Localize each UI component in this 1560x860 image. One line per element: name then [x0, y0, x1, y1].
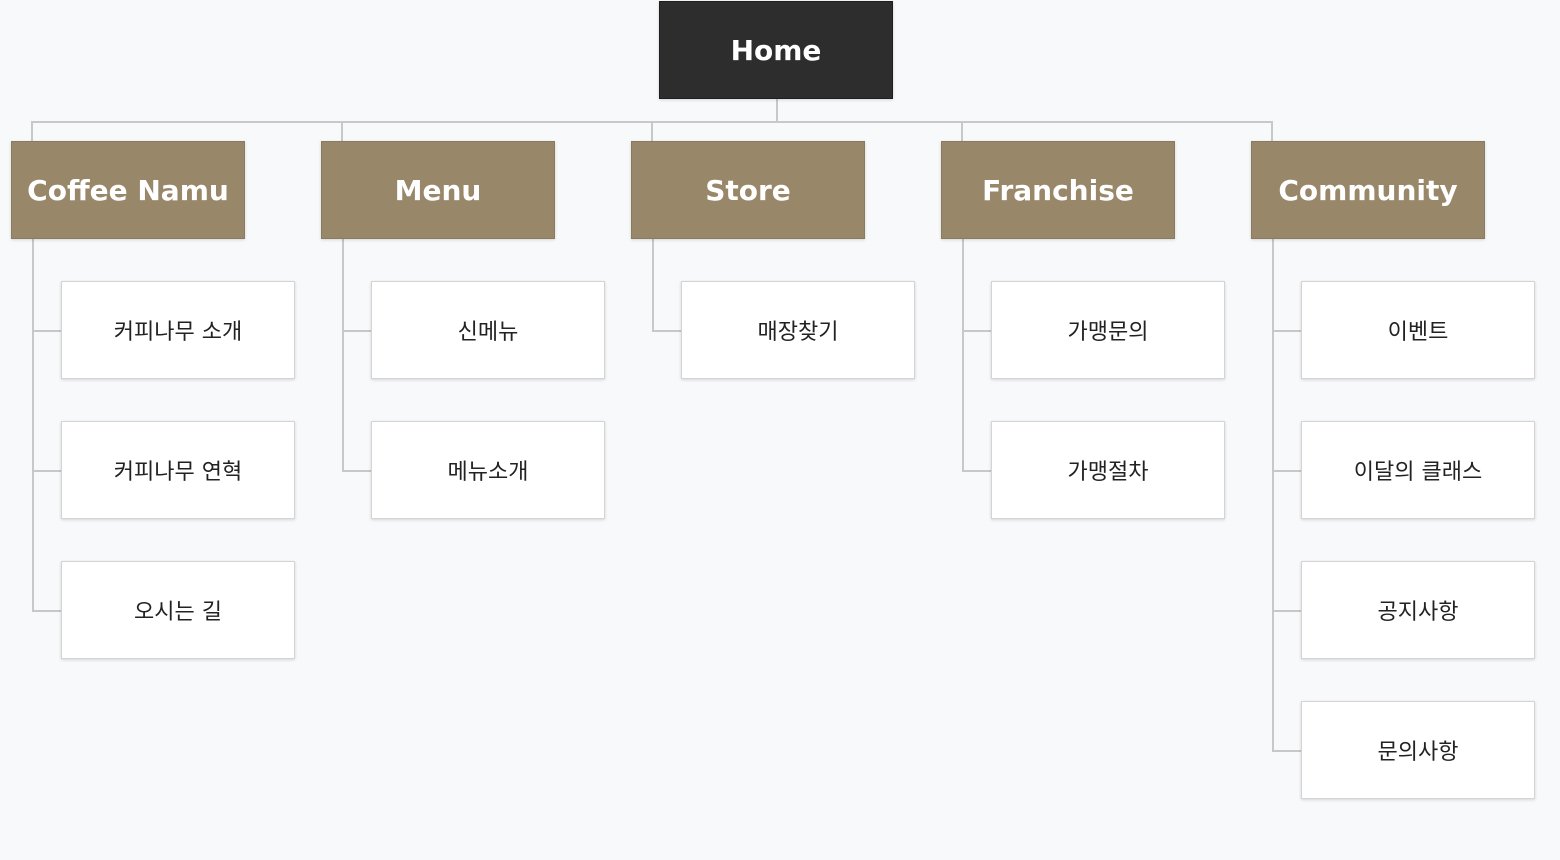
- connector-spine-franchise: [962, 239, 964, 471]
- node-page-coffee-namu-1[interactable]: 커피나무 연혁: [61, 421, 295, 519]
- node-page-franchise-0[interactable]: 가맹문의: [991, 281, 1225, 379]
- connector-branch-community-1: [1272, 470, 1301, 472]
- connector-drop-coffee-namu: [31, 121, 33, 141]
- connector-branch-community-2: [1272, 610, 1301, 612]
- connector-spine-community: [1272, 239, 1274, 751]
- connector-branch-franchise-0: [962, 330, 991, 332]
- node-section-menu[interactable]: Menu: [321, 141, 555, 239]
- node-page-menu-1[interactable]: 메뉴소개: [371, 421, 605, 519]
- connector-section-bus: [31, 121, 1273, 123]
- connector-branch-coffee-namu-2: [32, 610, 61, 612]
- connector-spine-menu: [342, 239, 344, 471]
- connector-branch-menu-0: [342, 330, 371, 332]
- node-page-coffee-namu-0[interactable]: 커피나무 소개: [61, 281, 295, 379]
- connector-root-drop: [776, 99, 778, 122]
- connector-branch-coffee-namu-0: [32, 330, 61, 332]
- node-page-community-1[interactable]: 이달의 클래스: [1301, 421, 1535, 519]
- connector-drop-menu: [341, 121, 343, 141]
- sitemap-diagram: Home Coffee Namu 커피나무 소개커피나무 연혁오시는 길 Menu 신…: [0, 0, 1560, 860]
- node-page-franchise-1[interactable]: 가맹절차: [991, 421, 1225, 519]
- connector-branch-community-0: [1272, 330, 1301, 332]
- connector-spine-store: [652, 239, 654, 331]
- connector-branch-store-0: [652, 330, 681, 332]
- connector-drop-store: [651, 121, 653, 141]
- node-page-community-3[interactable]: 문의사항: [1301, 701, 1535, 799]
- connector-branch-franchise-1: [962, 470, 991, 472]
- node-page-community-0[interactable]: 이벤트: [1301, 281, 1535, 379]
- node-section-community[interactable]: Community: [1251, 141, 1485, 239]
- connector-drop-community: [1271, 121, 1273, 141]
- node-page-community-2[interactable]: 공지사항: [1301, 561, 1535, 659]
- node-section-coffee-namu[interactable]: Coffee Namu: [11, 141, 245, 239]
- node-page-menu-0[interactable]: 신메뉴: [371, 281, 605, 379]
- node-section-franchise[interactable]: Franchise: [941, 141, 1175, 239]
- node-page-store-0[interactable]: 매장찾기: [681, 281, 915, 379]
- connector-branch-menu-1: [342, 470, 371, 472]
- node-page-coffee-namu-2[interactable]: 오시는 길: [61, 561, 295, 659]
- connector-branch-community-3: [1272, 750, 1301, 752]
- connector-drop-franchise: [961, 121, 963, 141]
- node-home[interactable]: Home: [659, 1, 893, 99]
- connector-spine-coffee-namu: [32, 239, 34, 611]
- connector-branch-coffee-namu-1: [32, 470, 61, 472]
- node-section-store[interactable]: Store: [631, 141, 865, 239]
